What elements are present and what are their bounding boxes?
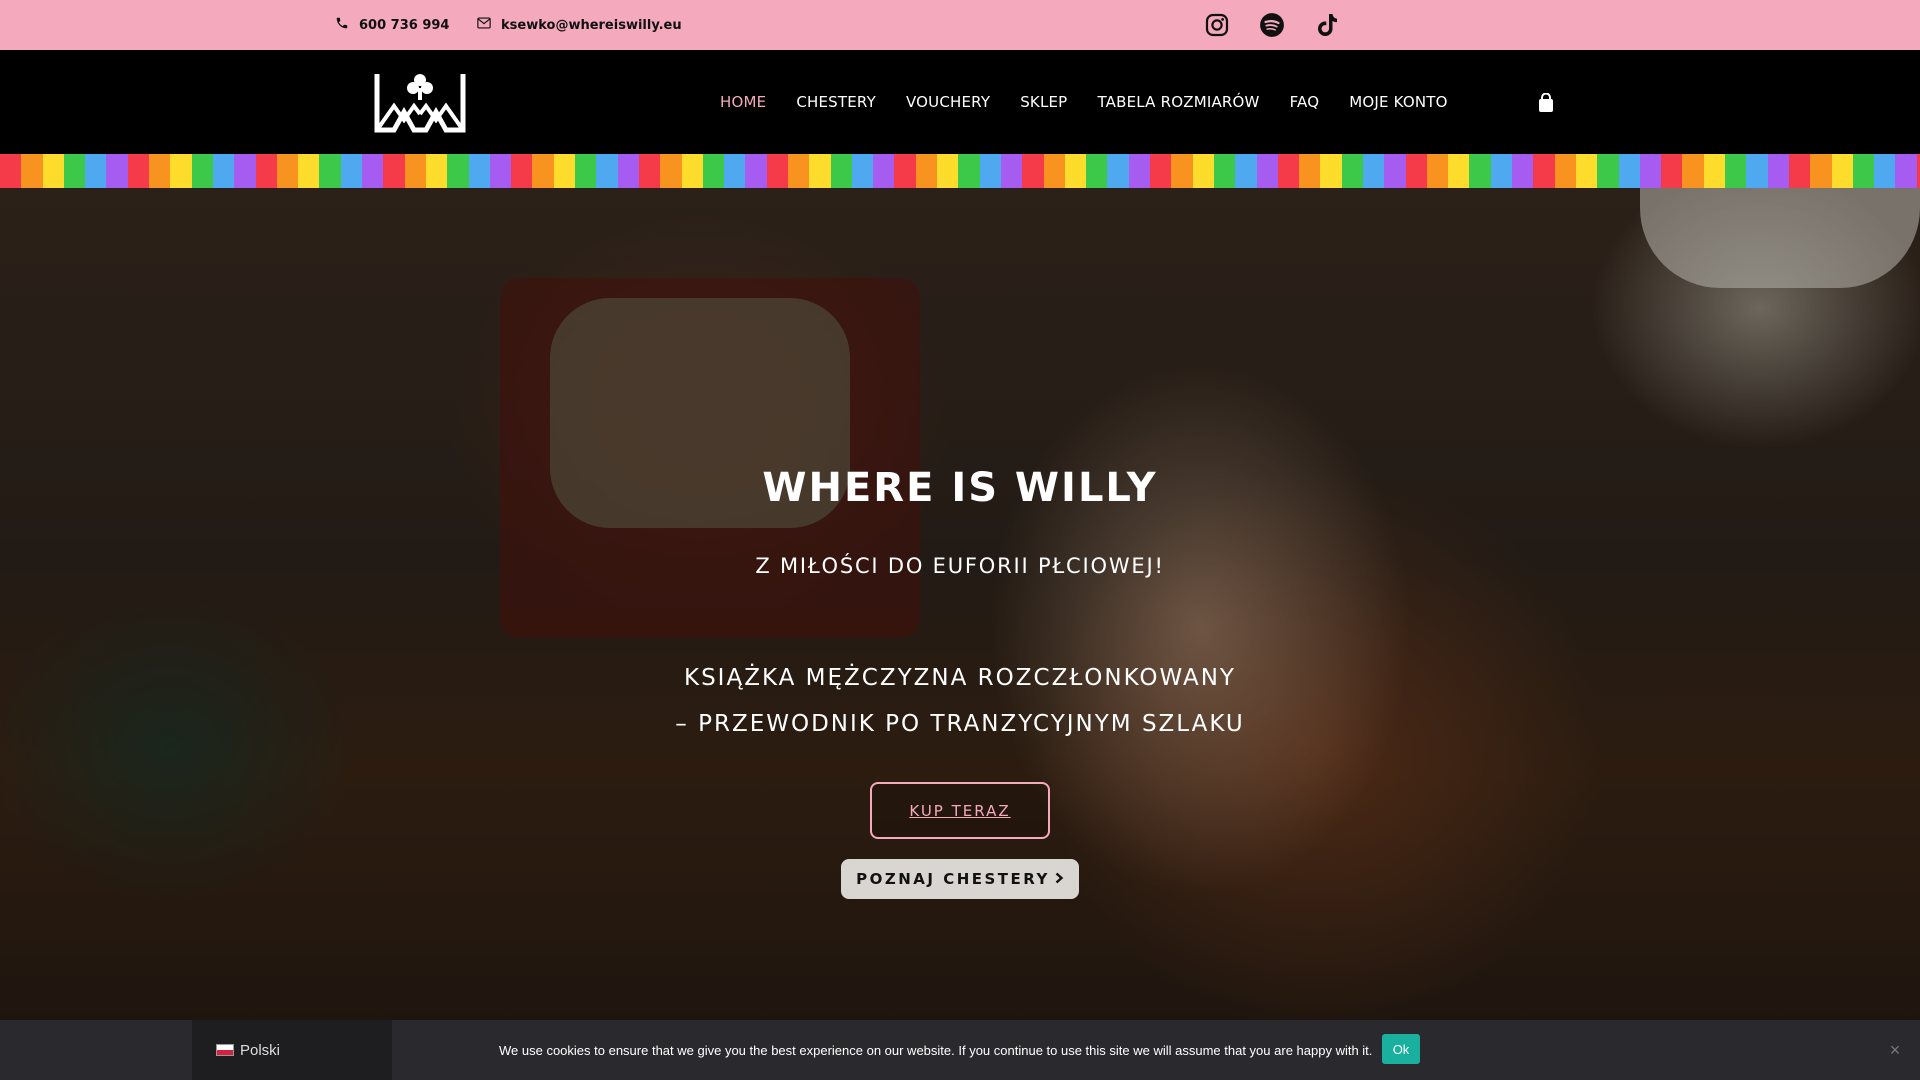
instagram-icon[interactable] — [1202, 10, 1232, 40]
tiktok-icon[interactable] — [1312, 10, 1342, 40]
email-address: ksewko@whereiswilly.eu — [501, 17, 682, 33]
close-icon[interactable]: × — [1886, 1040, 1904, 1060]
explore-chesters-label: POZNAJ CHESTERY — [856, 870, 1050, 888]
hero-book-title-line-2: – PRZEWODNIK PO TRANZYCYJNYM SZLAKU — [675, 711, 1245, 737]
chevron-right-icon — [1054, 870, 1064, 888]
spotify-icon[interactable] — [1257, 10, 1287, 40]
hero-title: WHERE IS WILLY — [762, 465, 1158, 511]
buy-now-button[interactable]: KUP TERAZ — [870, 782, 1050, 839]
hero-subtitle: Z MIŁOŚCI DO EUFORII PŁCIOWEJ! — [755, 554, 1165, 578]
poland-flag-icon — [216, 1044, 234, 1056]
envelope-icon — [477, 17, 491, 33]
language-label: Polski — [240, 1041, 281, 1059]
language-switcher[interactable]: Polski — [192, 1020, 392, 1080]
shopping-bag-icon[interactable] — [1537, 92, 1555, 113]
email-contact[interactable]: ksewko@whereiswilly.eu — [477, 0, 682, 50]
cookie-notice-text: We use cookies to ensure that we give yo… — [499, 1042, 1373, 1058]
hero-book-title-line-1: KSIĄŻKA MĘŻCZYZNA ROZCZŁONKOWANY — [684, 665, 1236, 691]
nav-item-chestery[interactable]: CHESTERY — [796, 93, 876, 111]
nav-item-moje-konto[interactable]: MOJE KONTO — [1349, 93, 1447, 111]
nav-item-home[interactable]: HOME — [720, 93, 766, 111]
nav-item-faq[interactable]: FAQ — [1290, 93, 1320, 111]
site-logo[interactable] — [374, 70, 466, 134]
rainbow-stripe — [0, 154, 1920, 188]
cookie-accept-button[interactable]: Ok — [1382, 1034, 1420, 1064]
nav-item-sklep[interactable]: SKLEP — [1020, 93, 1067, 111]
nav-item-vouchery[interactable]: VOUCHERY — [906, 93, 990, 111]
main-nav: HOME CHESTERY VOUCHERY SKLEP TABELA ROZM… — [720, 50, 1478, 154]
nav-item-tabela-rozmiarow[interactable]: TABELA ROZMIARÓW — [1097, 93, 1259, 111]
hero-section: WHERE IS WILLY Z MIŁOŚCI DO EUFORII PŁCI… — [0, 188, 1920, 1020]
top-contact-bar: 600 736 994 ksewko@whereiswilly.eu — [0, 0, 1920, 50]
explore-chesters-button[interactable]: POZNAJ CHESTERY — [841, 859, 1079, 899]
phone-icon — [335, 16, 349, 34]
phone-contact[interactable]: 600 736 994 — [335, 0, 449, 50]
phone-number: 600 736 994 — [359, 17, 450, 33]
site-header: HOME CHESTERY VOUCHERY SKLEP TABELA ROZM… — [0, 50, 1920, 154]
